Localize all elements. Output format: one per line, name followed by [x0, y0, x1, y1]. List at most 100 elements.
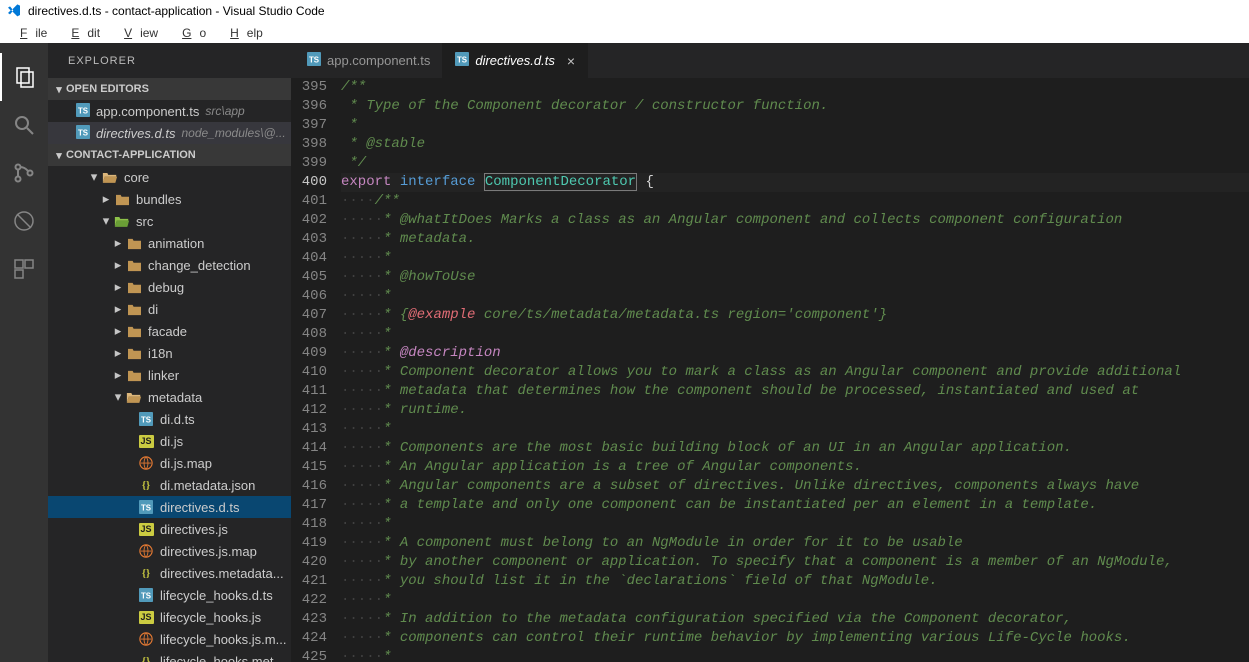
code-line[interactable]: ·····*	[341, 648, 1249, 662]
map-icon	[138, 455, 154, 471]
map-icon	[138, 543, 154, 559]
activity-explorer-icon[interactable]	[0, 53, 48, 101]
svg-text:{}: {}	[142, 657, 150, 662]
tree-item[interactable]: ▸di	[48, 298, 291, 320]
folder-src-icon	[114, 213, 130, 229]
ts-file-icon: TS	[455, 52, 469, 69]
open-editor-item[interactable]: TSapp.component.ts src\app	[48, 100, 291, 122]
open-editor-item[interactable]: TSdirectives.d.ts node_modules\@...	[48, 122, 291, 144]
tree-item-label: di.js	[160, 434, 183, 449]
tree-item-label: animation	[148, 236, 204, 251]
tree-item[interactable]: {}di.metadata.json	[48, 474, 291, 496]
tree-item[interactable]: TSdi.d.ts	[48, 408, 291, 430]
code-line[interactable]: *	[341, 116, 1249, 135]
code-line[interactable]: ·····* by another component or applicati…	[341, 553, 1249, 572]
activity-scm-icon[interactable]	[0, 149, 48, 197]
code-line[interactable]: ·····*	[341, 325, 1249, 344]
code-line[interactable]: ·····* Components are the most basic bui…	[341, 439, 1249, 458]
code-line[interactable]: ·····* runtime.	[341, 401, 1249, 420]
project-header[interactable]: ▾CONTACT-APPLICATION	[48, 144, 291, 166]
tree-item[interactable]: JSlifecycle_hooks.js	[48, 606, 291, 628]
tree-item-label: i18n	[148, 346, 173, 361]
code-line[interactable]: * Type of the Component decorator / cons…	[341, 97, 1249, 116]
tree-item[interactable]: ▸ linker	[48, 364, 291, 386]
code-line[interactable]: ····/**	[341, 192, 1249, 211]
tree-item[interactable]: ▾metadata	[48, 386, 291, 408]
code-line[interactable]: ·····* metadata that determines how the …	[341, 382, 1249, 401]
code-content[interactable]: /** * Type of the Component decorator / …	[341, 78, 1249, 662]
activity-debug-icon[interactable]	[0, 197, 48, 245]
tree-item[interactable]: lifecycle_hooks.js.m...	[48, 628, 291, 650]
sidebar: EXPLORER ▾OPEN EDITORS TSapp.component.t…	[48, 43, 291, 662]
code-line[interactable]: export interface ComponentDecorator {	[341, 173, 1249, 192]
code-line[interactable]: * @stable	[341, 135, 1249, 154]
code-line[interactable]: ·····* components can control their runt…	[341, 629, 1249, 648]
menu-file[interactable]: File	[4, 24, 55, 42]
window-titlebar: directives.d.ts - contact-application - …	[0, 0, 1249, 22]
close-icon[interactable]: ×	[567, 54, 575, 68]
tree-item-label: change_detection	[148, 258, 251, 273]
tree-item[interactable]: {}lifecycle_hooks.met...	[48, 650, 291, 662]
window-title: directives.d.ts - contact-application - …	[28, 4, 325, 18]
menu-help[interactable]: Help	[214, 24, 271, 42]
code-line[interactable]: ·····*	[341, 420, 1249, 439]
code-line[interactable]: ·····*	[341, 515, 1249, 534]
tree-item[interactable]: TSlifecycle_hooks.d.ts	[48, 584, 291, 606]
code-line[interactable]: ·····* A component must belong to an NgM…	[341, 534, 1249, 553]
twistie-icon: ▸	[112, 257, 124, 273]
tree-item[interactable]: di.js.map	[48, 452, 291, 474]
vscode-icon	[6, 3, 22, 19]
menu-edit[interactable]: Edit	[55, 24, 108, 42]
tree-item[interactable]: ▸ bundles	[48, 188, 291, 210]
open-editors-header[interactable]: ▾OPEN EDITORS	[48, 78, 291, 100]
menu-go[interactable]: Go	[166, 24, 214, 42]
activity-search-icon[interactable]	[0, 101, 48, 149]
code-line[interactable]: */	[341, 154, 1249, 173]
tree-item[interactable]: TSdirectives.d.ts	[48, 496, 291, 518]
open-editors-list: TSapp.component.ts src\appTSdirectives.d…	[48, 100, 291, 144]
tree-item[interactable]: {}directives.metadata...	[48, 562, 291, 584]
tree-item[interactable]: ▸facade	[48, 320, 291, 342]
js-icon: JS	[138, 433, 154, 449]
tree-item-label: core	[124, 170, 149, 185]
editor-tab[interactable]: TSdirectives.d.ts×	[443, 43, 588, 78]
twistie-icon: ▾	[88, 169, 100, 185]
tree-item[interactable]: directives.js.map	[48, 540, 291, 562]
tree-item[interactable]: ▸ change_detection	[48, 254, 291, 276]
code-line[interactable]: ·····*	[341, 591, 1249, 610]
tree-item[interactable]: JS di.js	[48, 430, 291, 452]
code-line[interactable]: /**	[341, 78, 1249, 97]
code-line[interactable]: ·····*	[341, 249, 1249, 268]
code-editor[interactable]: 3953963973983994004014024034044054064074…	[291, 78, 1249, 662]
code-line[interactable]: ·····* Component decorator allows you to…	[341, 363, 1249, 382]
editor-tab[interactable]: TSapp.component.ts	[291, 43, 443, 78]
tree-item-label: linker	[148, 368, 179, 383]
tree-item[interactable]: ▾ core	[48, 166, 291, 188]
code-line[interactable]: ·····* In addition to the metadata confi…	[341, 610, 1249, 629]
code-line[interactable]: ·····* a template and only one component…	[341, 496, 1249, 515]
code-line[interactable]: ·····* Angular components are a subset o…	[341, 477, 1249, 496]
activity-extensions-icon[interactable]	[0, 245, 48, 293]
tree-item[interactable]: ▸debug	[48, 276, 291, 298]
tree-item[interactable]: ▾src	[48, 210, 291, 232]
twistie-icon: ▸	[112, 367, 124, 383]
code-line[interactable]: ·····* An Angular application is a tree …	[341, 458, 1249, 477]
twistie-icon: ▸	[100, 191, 112, 207]
tree-item-label: bundles	[136, 192, 182, 207]
code-line[interactable]: ·····*	[341, 287, 1249, 306]
code-line[interactable]: ·····* metadata.	[341, 230, 1249, 249]
menu-view[interactable]: View	[108, 24, 166, 42]
code-line[interactable]: ·····* @howToUse	[341, 268, 1249, 287]
twistie-icon: ▸	[112, 323, 124, 339]
code-line[interactable]: ·····* @description	[341, 344, 1249, 363]
tree-item[interactable]: JSdirectives.js	[48, 518, 291, 540]
twistie-icon: ▸	[112, 279, 124, 295]
tree-item[interactable]: ▸i18n	[48, 342, 291, 364]
folder-icon	[126, 257, 142, 273]
tree-item[interactable]: ▸animation	[48, 232, 291, 254]
code-line[interactable]: ·····* {@example core/ts/metadata/metada…	[341, 306, 1249, 325]
folder-icon	[126, 367, 142, 383]
code-line[interactable]: ·····* you should list it in the `declar…	[341, 572, 1249, 591]
code-line[interactable]: ·····* @whatItDoes Marks a class as an A…	[341, 211, 1249, 230]
chevron-down-icon: ▾	[52, 83, 66, 96]
